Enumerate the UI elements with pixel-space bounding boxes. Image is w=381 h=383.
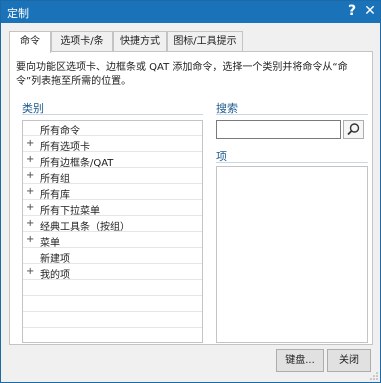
expand-plus-icon[interactable]: + — [26, 234, 34, 245]
customize-dialog: 定制 ? ✕ 命令 选项卡/条 快捷方式 图标/工具提示 要向功能区选项卡、边框… — [0, 0, 381, 383]
help-icon[interactable]: ? — [344, 3, 360, 20]
tab-icons-tooltips[interactable]: 图标/工具提示 — [167, 31, 243, 52]
list-empty-row — [23, 313, 202, 328]
category-item-classic-toolbars[interactable]: + 经典工具条（按组） — [23, 217, 202, 233]
category-item-menus[interactable]: + 菜单 — [23, 233, 202, 249]
items-list[interactable] — [216, 166, 368, 343]
category-item-all-tabs[interactable]: + 所有选项卡 — [23, 137, 202, 153]
category-item-all-commands[interactable]: 所有命令 — [23, 121, 202, 137]
search-button[interactable] — [343, 120, 364, 139]
items-divider — [216, 162, 368, 163]
category-item-label: 菜单 — [40, 238, 60, 249]
category-item-label: 所有边框条/QAT — [40, 158, 114, 169]
tab-commands[interactable]: 命令 — [9, 31, 51, 53]
commands-panel: 要向功能区选项卡、边框条或 QAT 添加命令，选择一个类别并将命令从“命令”列表… — [9, 51, 373, 345]
expand-plus-icon[interactable]: + — [26, 218, 34, 229]
expand-plus-icon[interactable]: + — [26, 154, 34, 165]
category-item-new-items[interactable]: 新建项 — [23, 249, 202, 265]
tab-shortcuts[interactable]: 快捷方式 — [113, 31, 167, 52]
category-item-label: 经典工具条（按组） — [40, 222, 130, 233]
list-empty-row — [23, 297, 202, 312]
category-item-label: 我的项 — [40, 270, 70, 281]
tab-tabs-bars[interactable]: 选项卡/条 — [51, 31, 113, 52]
close-button[interactable]: 关闭 — [327, 349, 371, 372]
title-bar[interactable]: 定制 ? ✕ — [1, 1, 380, 23]
search-input[interactable] — [216, 120, 341, 139]
resize-grip-icon[interactable] — [370, 372, 378, 380]
expand-plus-icon[interactable]: + — [26, 266, 34, 277]
category-item-all-galleries[interactable]: + 所有库 — [23, 185, 202, 201]
search-icon — [347, 123, 360, 136]
category-item-label: 新建项 — [40, 254, 70, 265]
expand-plus-icon[interactable]: + — [26, 170, 34, 181]
category-item-all-dropdowns[interactable]: + 所有下拉菜单 — [23, 201, 202, 217]
expand-plus-icon[interactable]: + — [26, 186, 34, 197]
expand-plus-icon[interactable]: + — [26, 202, 34, 213]
category-list[interactable]: 所有命令 + 所有选项卡 + 所有边框条/QAT + 所有组 + 所有库 + 所… — [22, 120, 203, 343]
category-item-my-items[interactable]: + 我的项 — [23, 265, 202, 281]
category-item-all-bars-qat[interactable]: + 所有边框条/QAT — [23, 153, 202, 169]
list-empty-row — [23, 281, 202, 296]
intro-text: 要向功能区选项卡、边框条或 QAT 添加命令，选择一个类别并将命令从“命令”列表… — [16, 62, 348, 87]
category-item-all-groups[interactable]: + 所有组 — [23, 169, 202, 185]
category-item-label: 所有组 — [40, 174, 70, 185]
category-divider — [22, 114, 203, 115]
expand-plus-icon[interactable]: + — [26, 138, 34, 149]
window-title: 定制 — [7, 7, 29, 20]
search-divider — [216, 114, 368, 115]
category-item-label: 所有命令 — [40, 126, 80, 137]
close-icon[interactable]: ✕ — [362, 3, 378, 20]
category-item-label: 所有选项卡 — [40, 142, 90, 153]
category-item-label: 所有库 — [40, 190, 70, 201]
category-item-label: 所有下拉菜单 — [40, 206, 100, 217]
keyboard-button[interactable]: 键盘... — [276, 349, 324, 372]
